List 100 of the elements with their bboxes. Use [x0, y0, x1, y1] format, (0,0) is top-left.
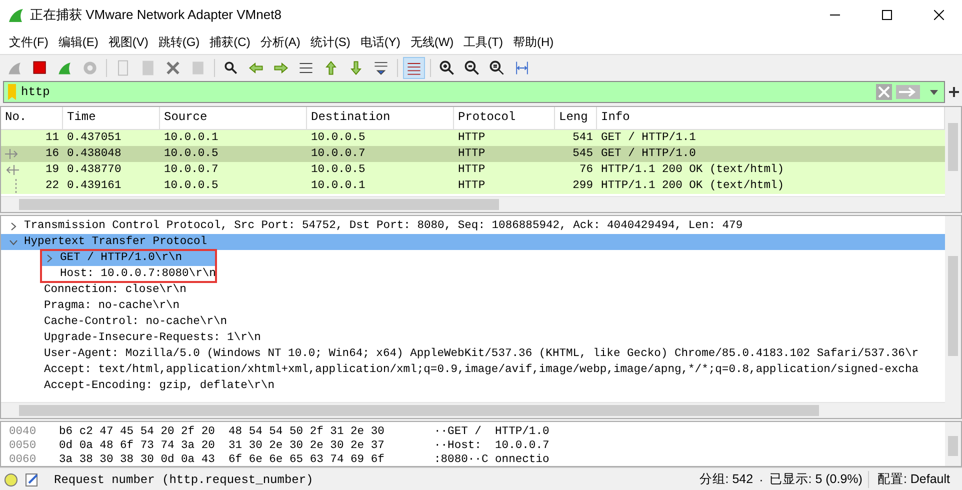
tree-row[interactable]: Transmission Control Protocol, Src Port: 54752, Dst Port: 8080, Seq: 1086885942, Ack: 4040429494, Len: 479 [1, 218, 945, 234]
column-header[interactable]: No. [1, 107, 63, 129]
menu-item[interactable]: 分析(A) [255, 34, 306, 50]
column-header[interactable]: Destination [307, 107, 454, 129]
packet-row[interactable]: 16 0.438048 10.0.0.5 10.0.0.7 HTTP 545 GET / HTTP/1.0 [1, 146, 945, 162]
packet-count: 分组: 542 [699, 471, 754, 488]
table-cell-text: 10.0.0.5 [163, 179, 220, 194]
table-cell-text: 0.438048 [66, 147, 122, 162]
table-cell-text: 10.0.0.7 [310, 147, 366, 162]
table-cell-text: 11 [44, 131, 60, 146]
tree-row-text: Hypertext Transfer Protocol [24, 234, 208, 250]
displayed-count: 已显示: 5 (0.9%) [769, 471, 862, 488]
menu-item[interactable]: 电话(Y) [355, 34, 406, 50]
request-arrow-icon [5, 149, 19, 159]
horizontal-scrollbar[interactable] [1, 402, 945, 418]
table-cell-text: 76 [578, 163, 594, 178]
separator-dot: · [759, 472, 764, 486]
tree-row[interactable]: GET / HTTP/1.0\r\n [41, 250, 216, 266]
status-field-text: Request number (http.request_number) [54, 472, 314, 486]
packet-row[interactable]: 11 0.437051 10.0.0.1 10.0.0.5 HTTP 541 GET / HTTP/1.1 [1, 130, 945, 146]
packet-row[interactable]: 22 0.439161 10.0.0.5 10.0.0.1 HTTP 299 HTTP/1.1 200 OK (text/html) [1, 178, 945, 194]
tree-row[interactable]: Pragma: no-cache\r\n [1, 298, 945, 314]
maximize-icon[interactable] [882, 10, 892, 20]
table-cell-text: HTTP [457, 163, 486, 178]
profile-label[interactable]: 配置: Default [868, 471, 950, 488]
menu-item[interactable]: 编辑(E) [53, 34, 104, 50]
tree-row-text: Connection: close\r\n [44, 282, 186, 298]
tree-row-text: Accept-Encoding: gzip, deflate\r\n [44, 378, 274, 394]
table-cell-text: 0.437051 [66, 131, 122, 146]
byte-offset: 0040 [8, 425, 38, 439]
hex-bytes: b6 c2 47 45 54 20 2f 20 48 54 54 50 2f 31 2e 30 [59, 425, 386, 439]
table-cell-text: 545 [572, 147, 594, 162]
clear-icon[interactable] [876, 84, 892, 100]
tree-row[interactable]: Accept-Encoding: gzip, deflate\r\n [1, 378, 945, 394]
table-cell-text: HTTP/1.1 200 OK (text/html) [600, 178, 786, 194]
table-cell-text: 10.0.0.5 [163, 147, 220, 162]
tree-row[interactable]: Hypertext Transfer Protocol [1, 234, 945, 250]
packet-row[interactable]: 19 0.438770 10.0.0.7 10.0.0.5 HTTP 76 HTTP/1.1 200 OK (text/html) [1, 162, 945, 178]
menu-item[interactable]: 捕获(C) [204, 34, 256, 50]
expand-chevron-icon[interactable] [9, 222, 18, 230]
close-icon[interactable] [934, 10, 944, 20]
tree-row-text: Pragma: no-cache\r\n [44, 298, 180, 314]
tree-row-text: GET / HTTP/1.0\r\n [60, 250, 182, 266]
table-cell-text: 541 [572, 131, 594, 146]
collapse-chevron-icon[interactable] [9, 238, 18, 246]
column-header[interactable]: Source [160, 107, 307, 129]
dropdown-caret-icon[interactable] [930, 90, 938, 94]
table-cell: 22 [1, 178, 63, 194]
ascii-bytes: :8080··C onnectio [434, 453, 550, 466]
menu-item[interactable]: 帮助(H) [508, 34, 559, 50]
tree-row[interactable]: Cache-Control: no-cache\r\n [1, 314, 945, 330]
table-cell-text: 0.439161 [66, 179, 122, 194]
tree-row-text: Cache-Control: no-cache\r\n [44, 314, 228, 330]
vertical-scrollbar[interactable] [945, 107, 961, 212]
ascii-bytes: ··Host: 10.0.0.7 [434, 439, 550, 453]
table-cell-text: 299 [572, 179, 594, 194]
menu-item[interactable]: 工具(T) [458, 34, 508, 50]
table-cell-text: HTTP [457, 131, 486, 146]
table-cell: 16 [1, 146, 63, 162]
ascii-bytes: ··GET / HTTP/1.0 [434, 425, 550, 439]
dashed-line-icon [14, 179, 18, 193]
table-cell-text: 10.0.0.1 [163, 131, 220, 146]
hex-bytes: 3a 38 30 38 30 0d 0a 43 6f 6e 6e 65 63 74 69 6f [59, 453, 386, 466]
vertical-scrollbar[interactable] [945, 216, 961, 418]
filter-text[interactable]: http [17, 85, 54, 99]
table-cell-text: GET / HTTP/1.1 [600, 130, 697, 146]
table-cell-text: 10.0.0.7 [163, 163, 220, 178]
plus-icon[interactable] [949, 87, 959, 97]
tree-row[interactable]: Upgrade-Insecure-Requests: 1\r\n [1, 330, 945, 346]
tree-row-text: Transmission Control Protocol, Src Port: 54752, Dst Port: 8080, Seq: 1086885942, Ack: 4040429494, Len: 479 [24, 218, 743, 234]
table-cell-text: 10.0.0.1 [310, 179, 366, 194]
column-header[interactable]: Time [63, 107, 160, 129]
table-cell-text: GET / HTTP/1.0 [600, 146, 697, 162]
tree-row[interactable]: Connection: close\r\n [1, 282, 945, 298]
byte-offset: 0060 [8, 453, 38, 466]
response-arrow-icon [5, 165, 19, 175]
horizontal-scrollbar[interactable] [1, 196, 945, 212]
menu-item[interactable]: 跳转(G) [153, 34, 205, 50]
table-cell-text: 10.0.0.5 [310, 131, 366, 146]
display-filter-bar[interactable]: http [3, 81, 945, 103]
column-header[interactable]: Protocol [454, 107, 555, 129]
status-indicator-icon[interactable] [4, 472, 18, 486]
table-cell: 19 [1, 162, 63, 178]
tree-row-text: Upgrade-Insecure-Requests: 1\r\n [44, 330, 261, 346]
menu-item[interactable]: 视图(V) [103, 34, 154, 50]
shark-fin-icon [8, 7, 24, 23]
window-title: 正在捕获 VMware Network Adapter VMnet8 [30, 6, 282, 24]
table-cell-text: 10.0.0.5 [310, 163, 366, 178]
vertical-scrollbar[interactable] [945, 422, 961, 466]
table-cell-text: 0.438770 [66, 163, 122, 178]
expand-chevron-icon[interactable] [45, 254, 54, 262]
notepad-icon[interactable] [24, 472, 40, 488]
table-cell-text: HTTP [457, 147, 486, 162]
menu-item[interactable]: 无线(W) [405, 34, 459, 50]
menu-item[interactable]: 文件(F) [4, 34, 54, 50]
table-cell-text: HTTP [457, 179, 486, 194]
table-cell-text: HTTP/1.1 200 OK (text/html) [600, 162, 786, 178]
hex-bytes: 0d 0a 48 6f 73 74 3a 20 31 30 2e 30 2e 30 2e 37 [59, 439, 386, 453]
menu-item[interactable]: 统计(S) [305, 34, 356, 50]
column-header[interactable]: Leng [555, 107, 597, 129]
